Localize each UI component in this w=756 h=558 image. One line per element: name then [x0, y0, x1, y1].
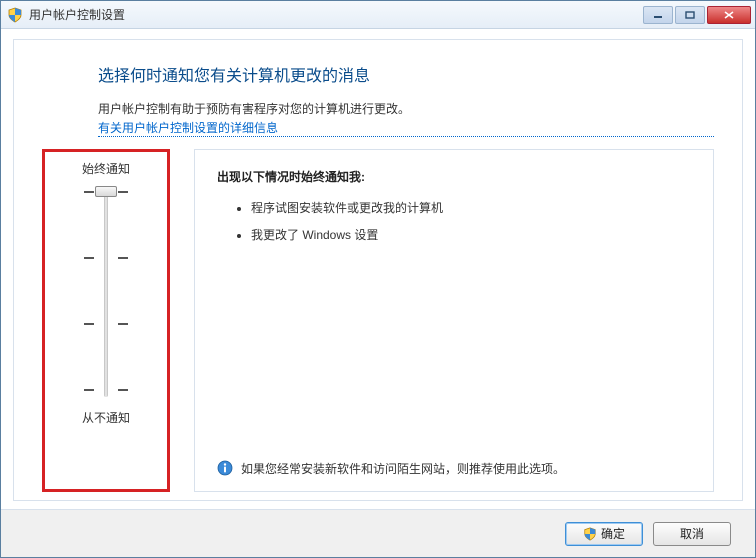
slider-tick [118, 389, 128, 391]
cancel-button[interactable]: 取消 [653, 522, 731, 546]
shield-icon [7, 7, 23, 23]
slider-tick [84, 191, 94, 193]
slider-tick [118, 257, 128, 259]
dialog-footer: 确定 取消 [1, 509, 755, 557]
slider-thumb[interactable] [95, 186, 117, 197]
list-item: 程序试图安装软件或更改我的计算机 [251, 199, 691, 216]
page-subtext: 用户帐户控制有助于预防有害程序对您的计算机进行更改。 [98, 100, 714, 117]
slider-label-always: 始终通知 [82, 160, 130, 177]
window-title: 用户帐户控制设置 [29, 6, 641, 23]
main-area: 始终通知 从不通知 [42, 149, 714, 492]
notification-slider[interactable] [66, 187, 146, 397]
slider-rail [104, 187, 108, 397]
slider-tick [84, 323, 94, 325]
slider-tick [118, 191, 128, 193]
shield-icon [583, 527, 597, 541]
learn-more-link[interactable]: 有关用户帐户控制设置的详细信息 [98, 119, 714, 137]
description-title: 出现以下情况时始终通知我: [217, 168, 691, 185]
ok-button-label: 确定 [601, 525, 625, 542]
slider-tick [84, 389, 94, 391]
slider-label-never: 从不通知 [82, 409, 130, 426]
content-area: 选择何时通知您有关计算机更改的消息 用户帐户控制有助于预防有害程序对您的计算机进… [1, 29, 755, 557]
cancel-button-label: 取消 [680, 525, 704, 542]
info-icon [217, 460, 233, 476]
description-box: 出现以下情况时始终通知我: 程序试图安装软件或更改我的计算机 我更改了 Wind… [194, 149, 714, 492]
inner-panel: 选择何时通知您有关计算机更改的消息 用户帐户控制有助于预防有害程序对您的计算机进… [13, 39, 743, 501]
uac-settings-window: 用户帐户控制设置 选择何时通知您有关计算机更改的消息 用户帐户控制有助于预防有害… [0, 0, 756, 558]
minimize-button[interactable] [643, 6, 673, 24]
notification-slider-box: 始终通知 从不通知 [42, 149, 170, 492]
titlebar: 用户帐户控制设置 [1, 1, 755, 29]
close-button[interactable] [707, 6, 751, 24]
maximize-button[interactable] [675, 6, 705, 24]
recommendation-text: 如果您经常安装新软件和访问陌生网站，则推荐使用此选项。 [241, 460, 565, 477]
slider-tick [118, 323, 128, 325]
ok-button[interactable]: 确定 [565, 522, 643, 546]
window-buttons [641, 6, 751, 24]
description-list: 程序试图安装软件或更改我的计算机 我更改了 Windows 设置 [251, 199, 691, 253]
slider-tick [84, 257, 94, 259]
list-item: 我更改了 Windows 设置 [251, 226, 691, 243]
recommendation-row: 如果您经常安装新软件和访问陌生网站，则推荐使用此选项。 [217, 452, 691, 477]
page-heading: 选择何时通知您有关计算机更改的消息 [98, 62, 714, 86]
